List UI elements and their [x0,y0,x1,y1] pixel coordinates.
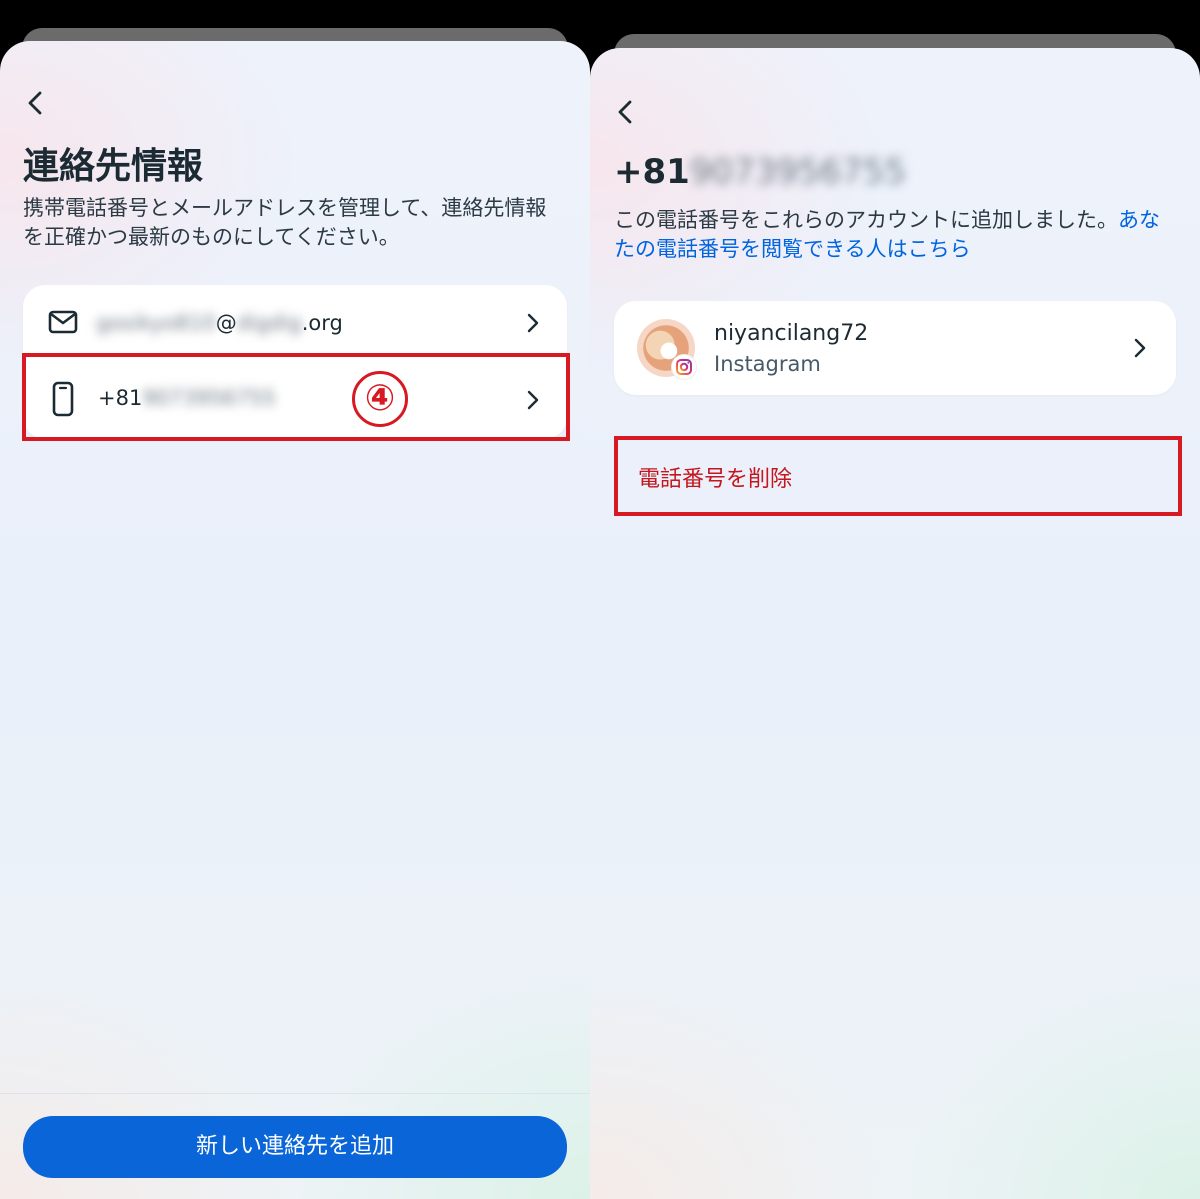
email-hidden-domain: digdig [236,311,302,335]
email-at: @ [215,311,237,335]
bottom-divider [0,1093,590,1094]
mail-icon [48,310,78,334]
email-address: gosikyo810@digdig.org [96,311,343,335]
contact-info-sheet: 連絡先情報 携帯電話番号とメールアドレスを管理して、連絡先情報を正確かつ最新のも… [0,41,590,1199]
phone-detail-screen: +819073956755 この電話番号をこれらのアカウントに追加しました。あな… [590,0,1200,1199]
email-tld: .org [301,311,343,335]
step-4-badge: ④ [352,371,408,427]
page-title: 連絡先情報 [23,146,204,187]
email-hidden-part: gosikyo810 [96,311,216,335]
chevron-left-icon [618,100,632,124]
back-button[interactable] [604,90,648,134]
back-button[interactable] [14,81,58,125]
phone-hidden-part: 9073956755 [689,152,907,192]
chevron-right-icon [527,313,539,333]
highlight-box-phone-row [22,353,570,441]
page-description: 携帯電話番号とメールアドレスを管理して、連絡先情報を正確かつ最新のものにしてくだ… [23,196,547,249]
chevron-right-icon [1134,338,1146,358]
account-platform: Instagram [714,352,821,376]
instagram-badge [672,355,696,379]
highlight-box-delete [614,436,1182,516]
add-contact-button[interactable]: 新しい連絡先を追加 [23,1116,567,1178]
description-text: この電話番号をこれらのアカウントに追加しました。 [614,208,1118,232]
account-username: niyancilang72 [714,321,869,346]
phone-description: この電話番号をこれらのアカウントに追加しました。あなたの電話番号を閲覧できる人は… [614,206,1174,264]
phone-detail-sheet: +819073956755 この電話番号をこれらのアカウントに追加しました。あな… [590,48,1200,1199]
linked-account-card[interactable]: niyancilang72 Instagram [614,301,1176,395]
phone-country-code: +81 [614,152,690,192]
chevron-left-icon [28,91,42,115]
instagram-icon [676,359,692,375]
phone-number-title: +819073956755 [614,152,906,192]
contact-info-screen: 連絡先情報 携帯電話番号とメールアドレスを管理して、連絡先情報を正確かつ最新のも… [0,0,590,1199]
contact-row-email[interactable]: gosikyo810@digdig.org [23,285,567,361]
